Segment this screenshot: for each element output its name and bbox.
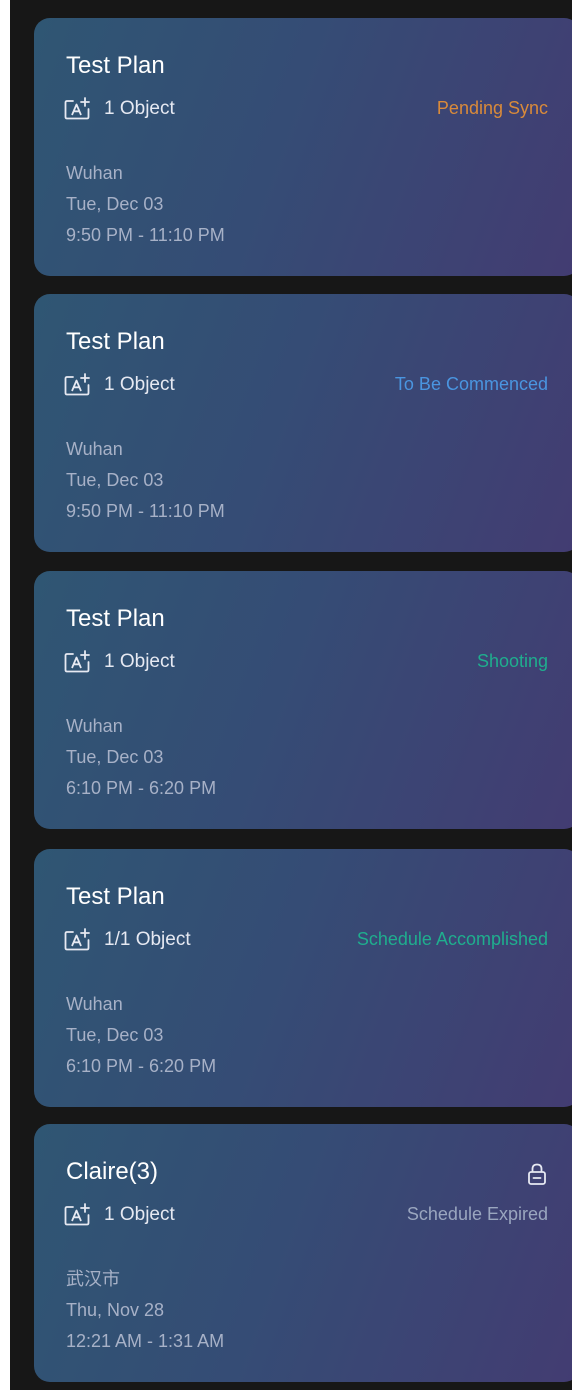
plan-time-range: 6:10 PM - 6:20 PM bbox=[66, 1056, 217, 1076]
object-count: 1 Object bbox=[104, 98, 175, 119]
plan-details: Wuhan Tue, Dec 03 9:50 PM - 11:10 PM bbox=[66, 434, 225, 527]
plan-time-range: 9:50 PM - 11:10 PM bbox=[66, 501, 225, 521]
object-count: 1 Object bbox=[104, 374, 175, 395]
plan-details: Wuhan Tue, Dec 03 6:10 PM - 6:20 PM bbox=[66, 989, 216, 1082]
schedule-card-pending-sync[interactable]: Test Plan 1 Object Pending Sync Wuhan Tu… bbox=[34, 18, 572, 276]
object-row: 1 Object bbox=[64, 649, 175, 675]
plan-details: Wuhan Tue, Dec 03 9:50 PM - 11:10 PM bbox=[66, 158, 225, 251]
plan-details: Wuhan Tue, Dec 03 6:10 PM - 6:20 PM bbox=[66, 711, 216, 804]
object-photo-icon bbox=[64, 373, 92, 397]
plan-time-range: 9:50 PM - 11:10 PM bbox=[66, 225, 225, 245]
plan-location: 武汉市 bbox=[66, 1269, 120, 1289]
plan-title: Test Plan bbox=[66, 328, 165, 355]
object-count: 1/1 Object bbox=[104, 929, 191, 950]
plan-date: Tue, Dec 03 bbox=[66, 1025, 164, 1045]
plan-time-range: 6:10 PM - 6:20 PM bbox=[66, 778, 217, 798]
plan-date: Thu, Nov 28 bbox=[66, 1300, 165, 1320]
object-row: 1 Object bbox=[64, 372, 175, 398]
object-row: 1 Object bbox=[64, 96, 175, 122]
object-photo-icon bbox=[64, 97, 92, 121]
object-row: 1/1 Object bbox=[64, 927, 191, 953]
object-count: 1 Object bbox=[104, 651, 175, 672]
object-count: 1 Object bbox=[104, 1204, 175, 1225]
schedule-card-accomplished[interactable]: Test Plan 1/1 Object Schedule Accomplish… bbox=[34, 849, 572, 1107]
plan-location: Wuhan bbox=[66, 994, 123, 1014]
object-row: 1 Object bbox=[64, 1202, 175, 1228]
schedule-card-shooting[interactable]: Test Plan 1 Object Shooting Wuhan Tue, D… bbox=[34, 571, 572, 829]
object-photo-icon bbox=[64, 1203, 92, 1227]
plan-title: Test Plan bbox=[66, 883, 165, 910]
schedule-card-to-be-commenced[interactable]: Test Plan 1 Object To Be Commenced Wuhan… bbox=[34, 294, 572, 552]
object-photo-icon bbox=[64, 928, 92, 952]
lock-icon bbox=[526, 1162, 548, 1186]
object-photo-icon bbox=[64, 650, 92, 674]
plan-date: Tue, Dec 03 bbox=[66, 194, 164, 214]
plan-title: Claire(3) bbox=[66, 1158, 159, 1185]
plan-details: 武汉市 Thu, Nov 28 12:21 AM - 1:31 AM bbox=[66, 1264, 224, 1357]
plan-title: Test Plan bbox=[66, 52, 165, 79]
plan-title: Test Plan bbox=[66, 605, 165, 632]
status-label: Shooting bbox=[476, 651, 548, 671]
status-label: Schedule Expired bbox=[406, 1204, 548, 1224]
plan-location: Wuhan bbox=[66, 716, 123, 736]
status-label: Pending Sync bbox=[436, 98, 548, 118]
schedule-card-expired[interactable]: Claire(3) 1 Object Schedule Expired 武汉市 … bbox=[34, 1124, 572, 1382]
plan-date: Tue, Dec 03 bbox=[66, 470, 164, 490]
plan-date: Tue, Dec 03 bbox=[66, 747, 164, 767]
schedule-list: Test Plan 1 Object Pending Sync Wuhan Tu… bbox=[10, 0, 572, 1390]
plan-time-range: 12:21 AM - 1:31 AM bbox=[66, 1331, 225, 1351]
plan-location: Wuhan bbox=[66, 163, 123, 183]
status-label: To Be Commenced bbox=[394, 374, 548, 394]
status-label: Schedule Accomplished bbox=[356, 929, 548, 949]
plan-location: Wuhan bbox=[66, 439, 123, 459]
